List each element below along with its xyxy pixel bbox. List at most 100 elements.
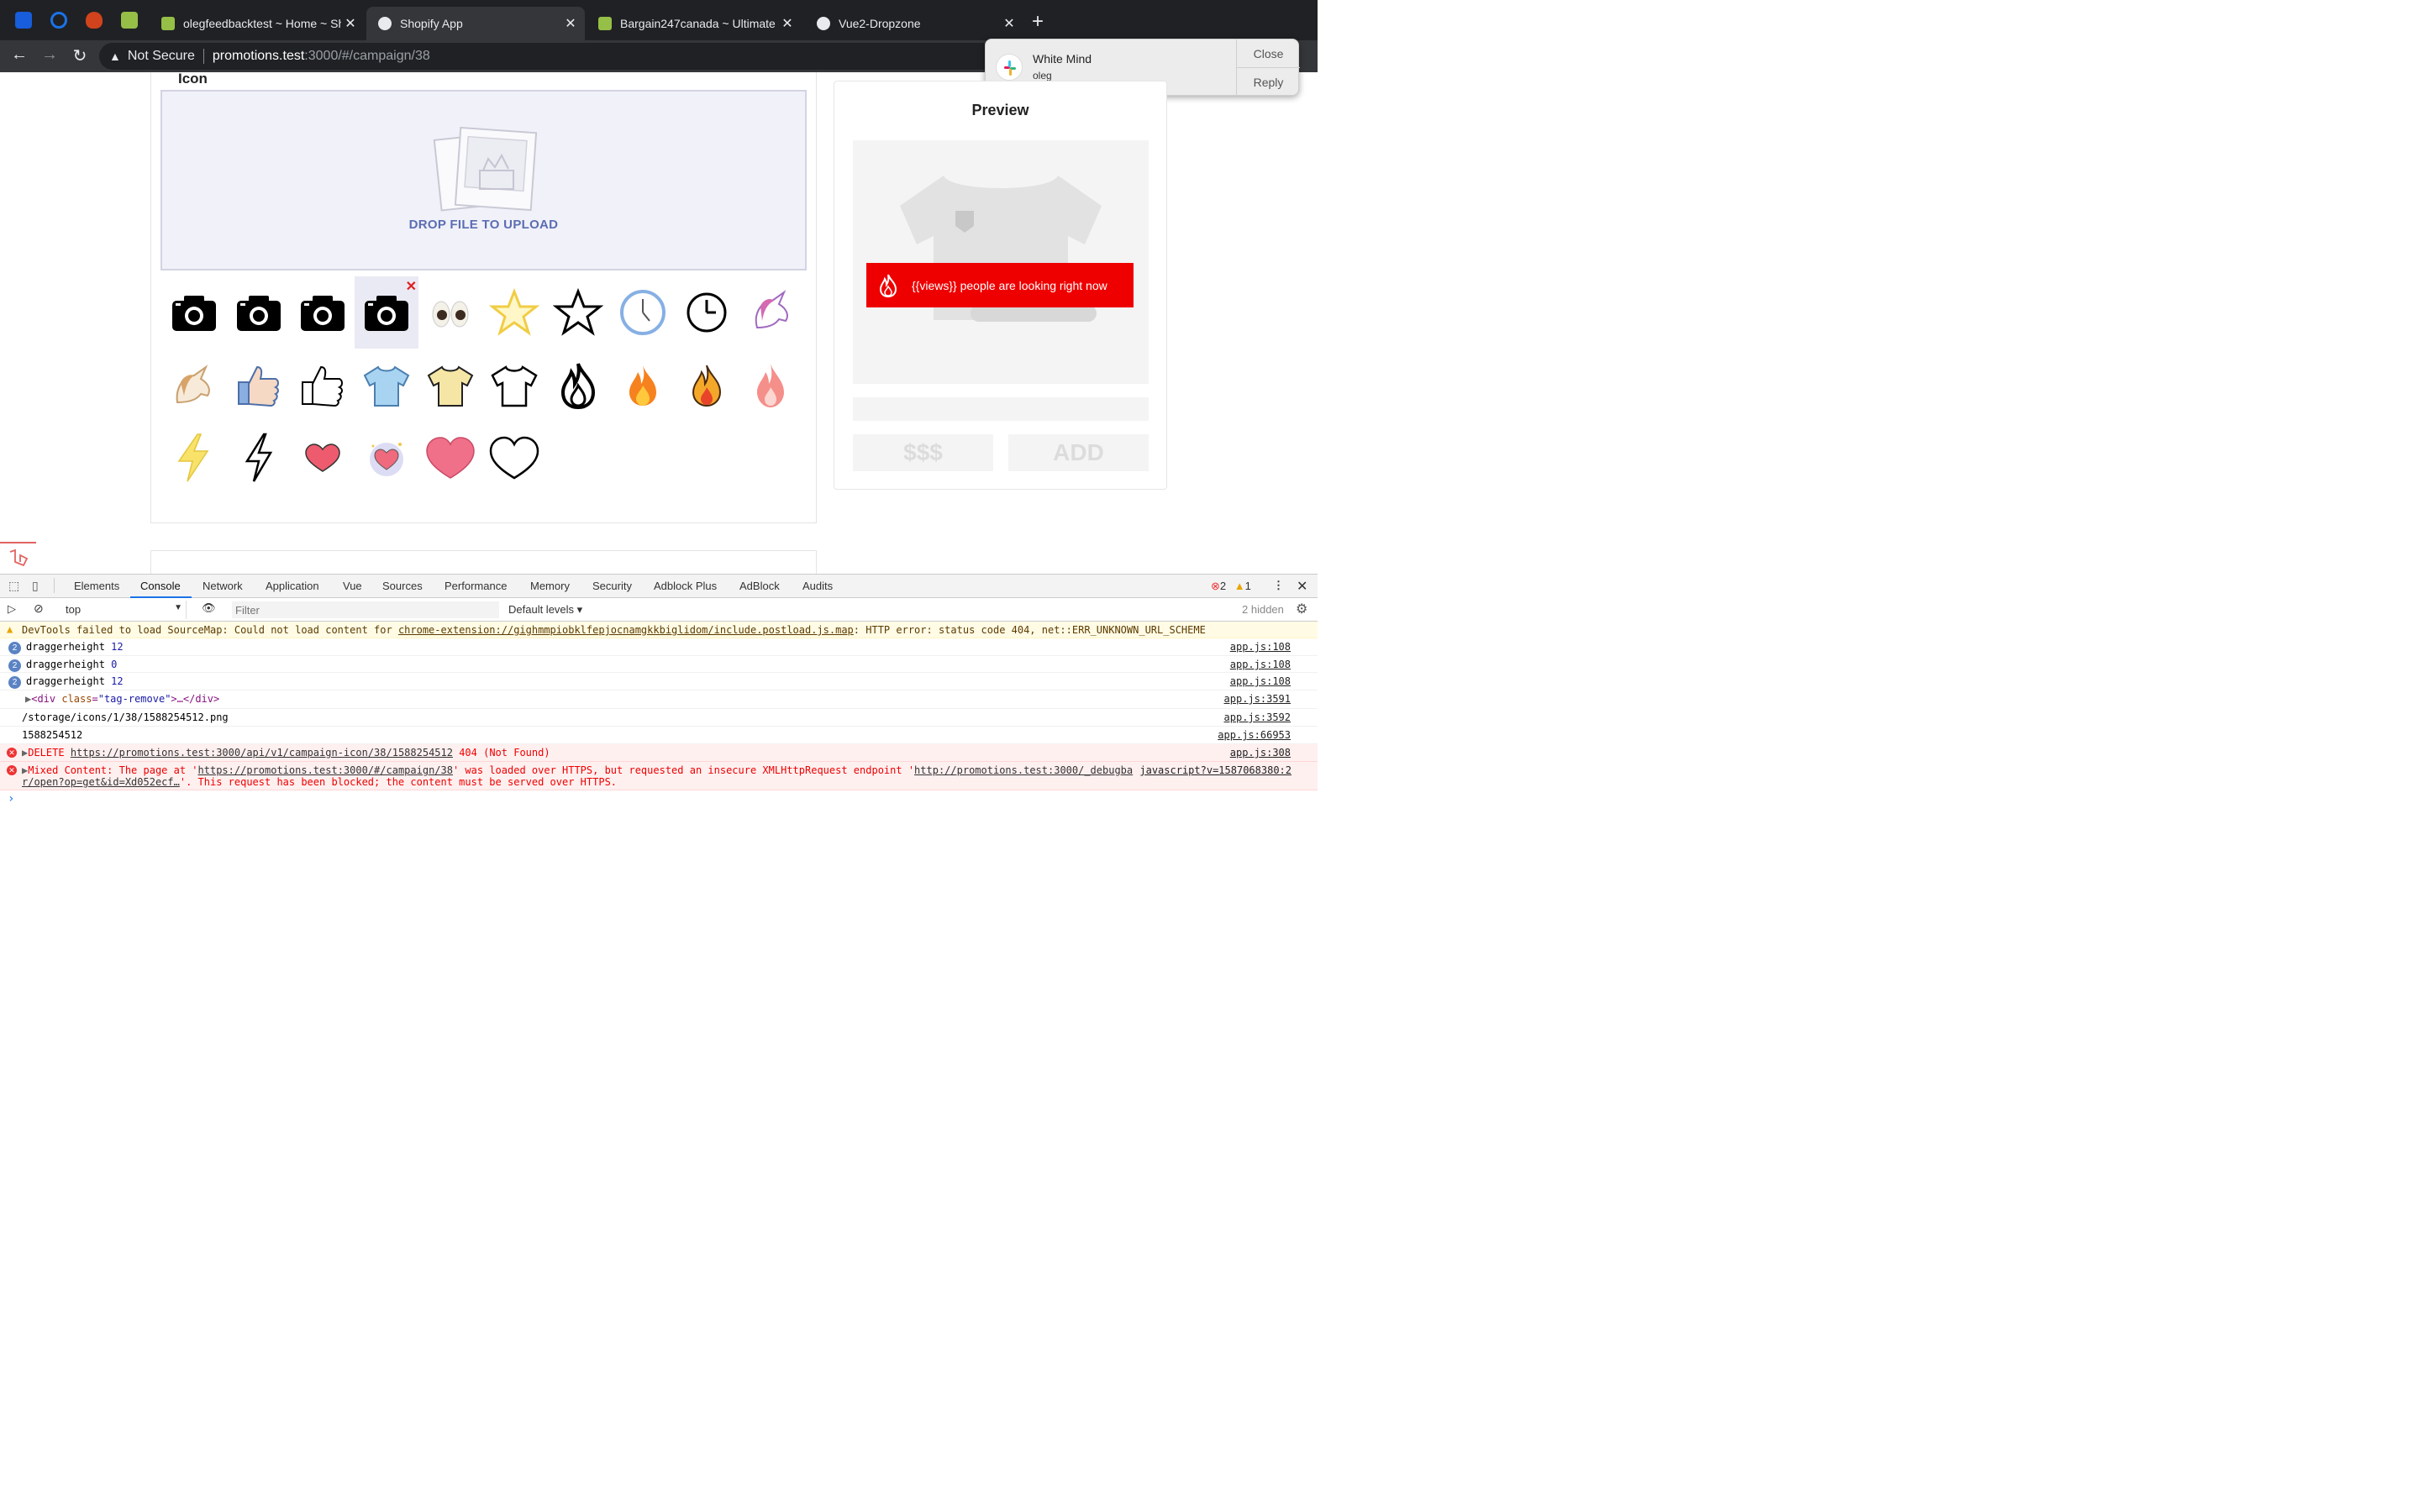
source-link[interactable]: app.js:66953 (1218, 729, 1291, 741)
icon-option-lightning-outline[interactable] (227, 422, 291, 494)
reply-button[interactable]: Reply (1237, 68, 1300, 97)
icon-option-fire-orange[interactable] (675, 349, 739, 422)
icon-option-heart-large[interactable] (418, 422, 482, 494)
tab-olegfeedbacktest[interactable]: olegfeedbacktest ~ Home ~ Sh ✕ (150, 7, 365, 40)
icon-option-unicorn-brown[interactable] (162, 349, 226, 422)
log-levels-dropdown[interactable]: Default levels ▾ (508, 603, 582, 617)
tab-vue2-dropzone[interactable]: Vue2-Dropzone ✕ (805, 7, 1023, 40)
error-circle-icon: ⊗ (1211, 580, 1220, 592)
sidebar-toggle-icon[interactable]: ▷ (8, 602, 16, 616)
console-filter-input[interactable] (232, 601, 499, 618)
tab-memory[interactable]: Memory (530, 580, 570, 592)
device-toolbar-icon[interactable]: ▯ (32, 579, 39, 593)
source-link[interactable]: app.js:108 (1230, 641, 1291, 653)
icon-option-camera-selected[interactable]: ✕ (355, 276, 418, 349)
error-count-badge[interactable]: ⊗2 ▲1 (1211, 580, 1251, 593)
icon-option-star-black[interactable] (546, 276, 610, 349)
notification-title: White Mind (1033, 52, 1092, 66)
tab-network[interactable]: Network (203, 580, 243, 592)
icon-option-clock-blue[interactable] (611, 276, 675, 349)
warning-triangle-icon: ▲ (7, 623, 13, 635)
tab-sources[interactable]: Sources (382, 580, 423, 592)
icon-option-tshirt-outline[interactable] (482, 349, 546, 422)
icon-option-tshirt-yellow[interactable] (418, 349, 482, 422)
icon-option-heart-badge[interactable] (355, 422, 418, 494)
divider (54, 578, 55, 593)
tab-bargain247canada[interactable]: Bargain247canada ~ Ultimate S ✕ (587, 7, 802, 40)
icon-option-lightning-yellow[interactable] (162, 422, 226, 494)
settings-gear-icon[interactable]: ⚙ (1296, 601, 1307, 617)
dom-node-preview[interactable]: ▶<div class="tag-remove">…</div> (25, 693, 219, 705)
icon-option-camera-1[interactable] (162, 276, 226, 349)
source-link[interactable]: app.js:3592 (1224, 711, 1291, 723)
camera-icon (301, 296, 345, 331)
icon-option-fire-emoji[interactable] (611, 349, 675, 422)
icon-option-clock-black[interactable] (675, 276, 739, 349)
icon-option-heart-outline[interactable] (482, 422, 546, 494)
source-link[interactable]: javascript?v=1587068380:2 (1139, 764, 1292, 776)
divider (203, 49, 204, 64)
live-expression-eye-icon[interactable]: 👁 (202, 601, 216, 615)
message-text: ' was loaded over HTTPS, but requested a… (452, 764, 915, 776)
clear-console-icon[interactable]: ⊘ (34, 601, 44, 616)
console-log-row: ▶<div class="tag-remove">…</div> app.js:… (0, 690, 1318, 709)
tab-title: Bargain247canada ~ Ultimate S (620, 17, 778, 30)
context-selector[interactable]: top ▼ (59, 601, 187, 619)
endpoint-url-link[interactable]: r/open?op=get&id=Xd052ecf… (22, 776, 180, 788)
source-link[interactable]: app.js:108 (1230, 675, 1291, 687)
icon-option-camera-2[interactable] (227, 276, 291, 349)
tab-vue[interactable]: Vue (343, 580, 362, 592)
new-tab-plus-icon[interactable]: + (1032, 10, 1044, 34)
tab-audits[interactable]: Audits (802, 580, 833, 592)
close-icon[interactable]: ✕ (561, 15, 580, 32)
pinned-tab-shopify-icon[interactable] (121, 12, 138, 29)
source-link[interactable]: app.js:3591 (1224, 693, 1291, 705)
tab-application[interactable]: Application (266, 580, 319, 592)
icon-option-heart-small[interactable] (291, 422, 355, 494)
icon-option-unicorn[interactable] (739, 276, 802, 349)
console-message-continued: r/open?op=get&id=Xd052ecf…'. This reques… (22, 776, 617, 788)
forward-arrow-icon[interactable]: → (39, 45, 60, 65)
pinned-tab-bug-icon[interactable] (86, 12, 103, 29)
tab-elements[interactable]: Elements (74, 580, 119, 592)
tag-rest: >…</div> (171, 693, 220, 705)
pinned-tab-bitwarden-icon[interactable] (15, 12, 32, 29)
page-url-link[interactable]: https://promotions.test:3000/#/campaign/… (198, 764, 453, 776)
icon-option-star-yellow[interactable] (482, 276, 546, 349)
lightning-yellow-icon (177, 433, 209, 482)
icon-option-fire-outline[interactable] (546, 349, 610, 422)
tab-security[interactable]: Security (592, 580, 632, 592)
request-url-link[interactable]: https://promotions.test:3000/api/v1/camp… (71, 747, 453, 759)
close-devtools-icon[interactable]: ✕ (1297, 578, 1307, 595)
pinned-tab-sync-icon[interactable] (50, 12, 67, 29)
close-button[interactable]: Close (1237, 39, 1300, 68)
close-icon[interactable]: ✕ (778, 15, 797, 32)
remove-icon[interactable]: ✕ (406, 278, 417, 295)
endpoint-url-link[interactable]: http://promotions.test:3000/_debugba (914, 764, 1133, 776)
icon-option-eyes[interactable] (418, 276, 482, 349)
reload-icon[interactable]: ↻ (69, 45, 91, 66)
sourcemap-link[interactable]: chrome-extension://gighmmpiobklfepjocnam… (398, 624, 854, 636)
console-prompt[interactable]: › (8, 792, 14, 806)
source-link[interactable]: app.js:308 (1230, 747, 1291, 759)
icon-option-tshirt-blue[interactable] (355, 349, 418, 422)
tab-adblock-plus[interactable]: Adblock Plus (654, 580, 717, 592)
tab-adblock[interactable]: AdBlock (739, 580, 780, 592)
file-dropzone[interactable]: DROP FILE TO UPLOAD (160, 90, 807, 270)
icon-option-fire-pink[interactable] (739, 349, 802, 422)
tab-console[interactable]: Console (140, 580, 181, 592)
close-icon[interactable]: ✕ (341, 15, 360, 32)
laravel-debugbar-tab[interactable] (0, 542, 36, 574)
tab-shopify-app[interactable]: Shopify App ✕ (366, 7, 585, 40)
source-link[interactable]: app.js:108 (1230, 659, 1291, 670)
icon-option-camera-3[interactable] (291, 276, 355, 349)
close-icon[interactable]: ✕ (1000, 15, 1018, 32)
icon-option-thumbs-up-color[interactable] (227, 349, 291, 422)
more-options-icon[interactable]: ⋮ (1273, 579, 1284, 592)
console-warning-row: ▲ DevTools failed to load SourceMap: Cou… (0, 622, 1318, 638)
tshirt-placeholder-icon (900, 176, 1102, 322)
icon-option-thumbs-up-outline[interactable] (291, 349, 355, 422)
element-picker-icon[interactable]: ⬚ (8, 579, 19, 593)
tab-performance[interactable]: Performance (445, 580, 507, 592)
back-arrow-icon[interactable]: ← (8, 45, 30, 65)
